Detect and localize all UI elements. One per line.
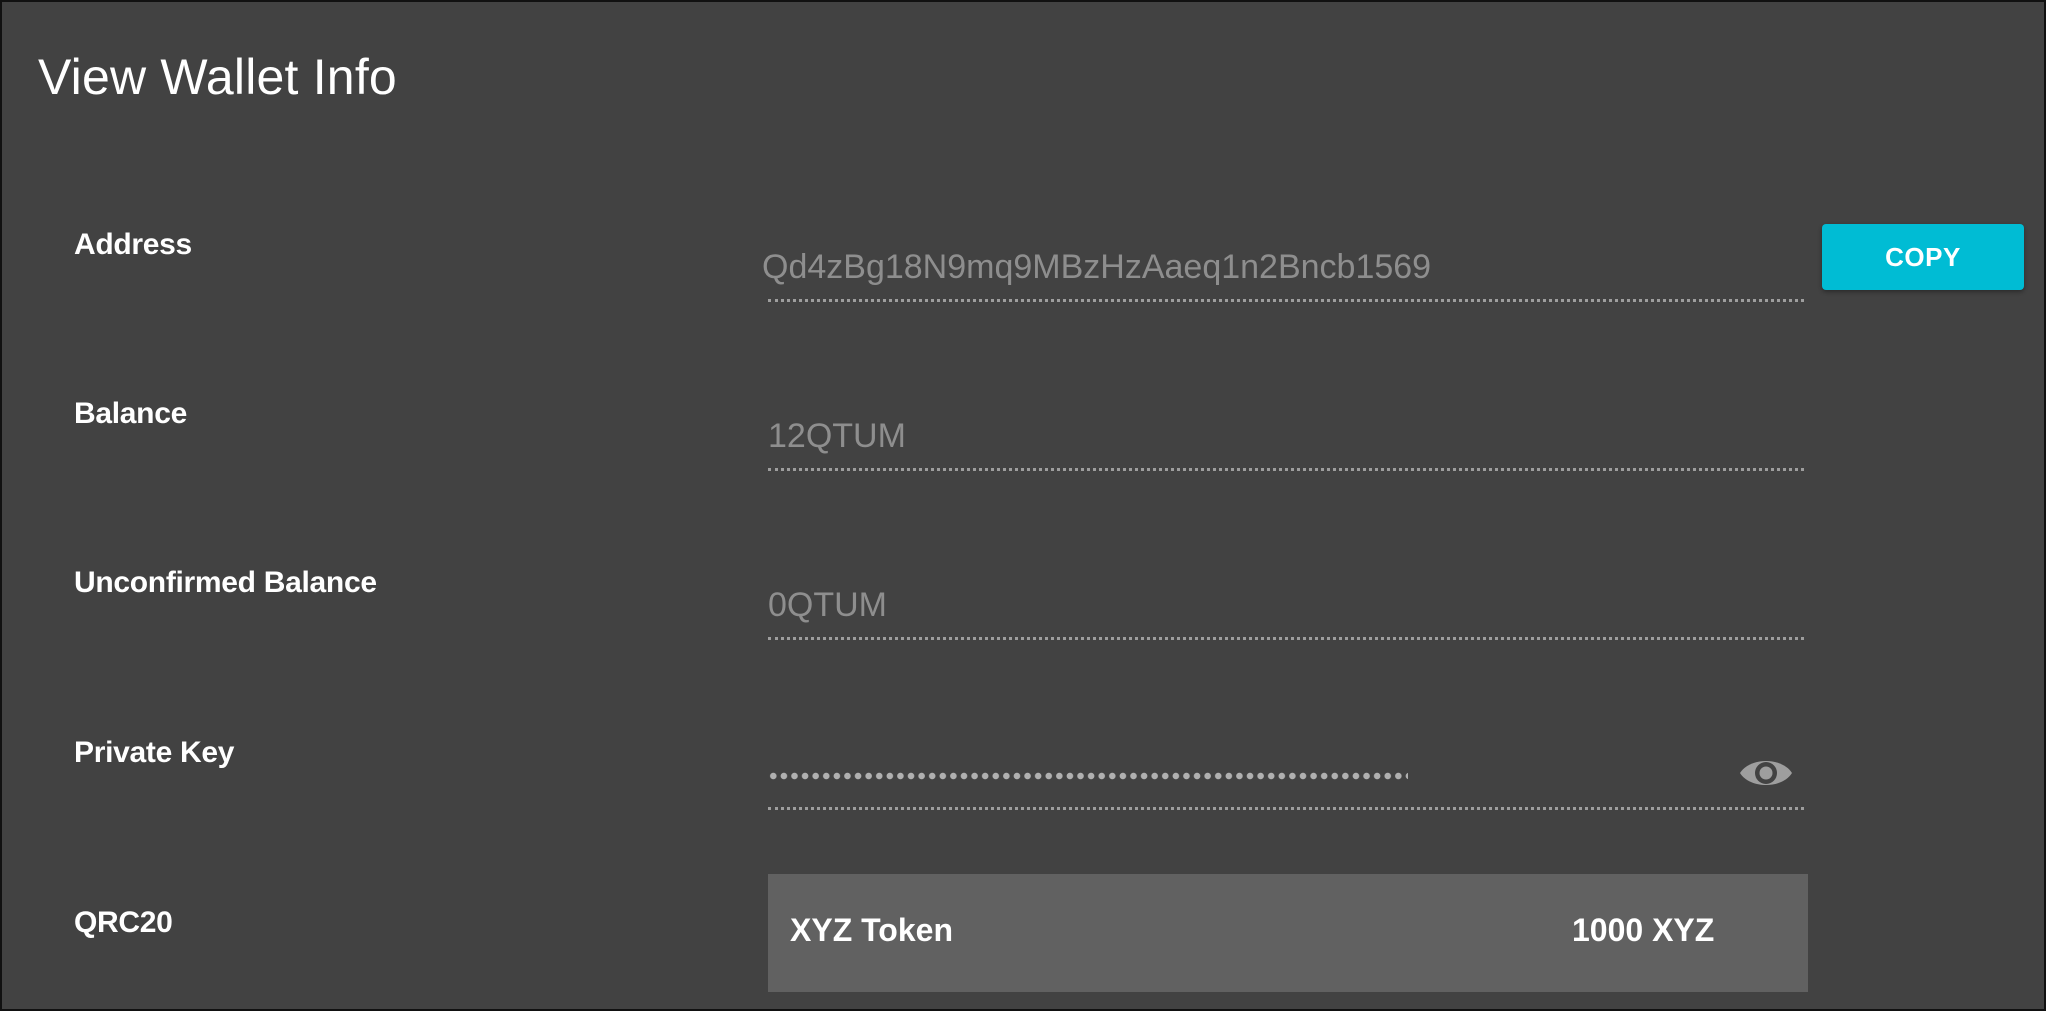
balance-value[interactable]: 12QTUM [768, 417, 906, 456]
qrc20-label: QRC20 [74, 906, 173, 939]
balance-label: Balance [74, 397, 187, 430]
eye-icon[interactable] [1738, 751, 1794, 795]
unconfirmed-balance-value[interactable]: 0QTUM [768, 586, 887, 625]
address-value[interactable]: Qd4zBg18N9mq9MBzHzAaeq1n2Bncb1569 [762, 248, 1431, 287]
unconfirmed-balance-field[interactable]: 0QTUM [768, 572, 1804, 640]
unconfirmed-balance-label: Unconfirmed Balance [74, 566, 377, 599]
address-label: Address [74, 228, 192, 261]
copy-button[interactable]: COPY [1822, 224, 2024, 290]
balance-field[interactable]: 12QTUM [768, 403, 1804, 471]
token-amount: 1000 XYZ [1572, 912, 1715, 948]
page-title: View Wallet Info [38, 49, 397, 105]
wallet-info-panel: View Wallet Info Address Qd4zBg18N9mq9MB… [0, 0, 2046, 1011]
token-name: XYZ Token [790, 912, 953, 948]
token-row[interactable]: XYZ Token 1000 XYZ [768, 874, 1808, 992]
private-key-label: Private Key [74, 736, 235, 769]
private-key-masked-value[interactable] [768, 772, 1408, 780]
private-key-field[interactable] [768, 742, 1804, 810]
address-field[interactable]: Qd4zBg18N9mq9MBzHzAaeq1n2Bncb1569 [762, 234, 1804, 302]
